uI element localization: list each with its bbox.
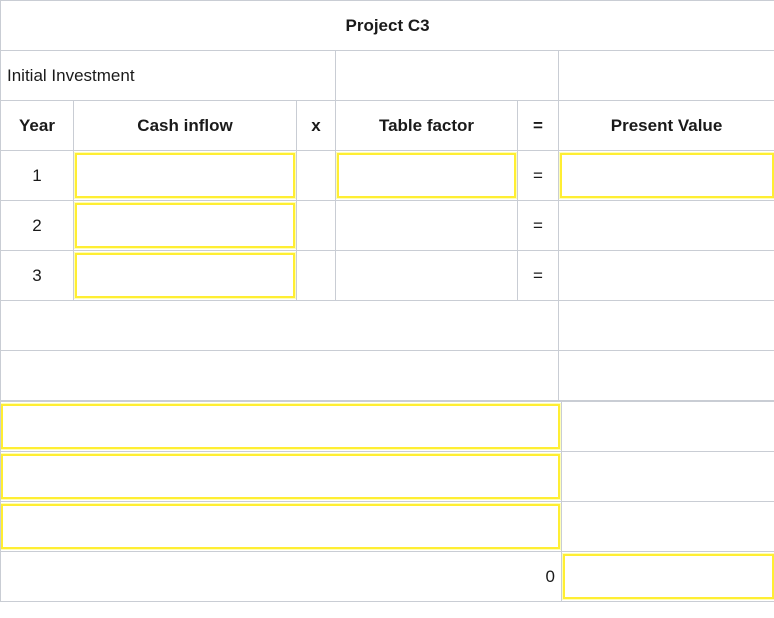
column-header-cash-inflow: Cash inflow [73, 100, 297, 151]
section-separator-left [0, 350, 559, 401]
initial-investment-value-cell-1[interactable] [335, 50, 559, 101]
list-item [0, 401, 774, 452]
list-item [0, 501, 774, 552]
column-header-times: x [296, 100, 336, 151]
summary-row-3-value-highlighted[interactable] [561, 501, 774, 552]
row-1-table-factor-input[interactable] [335, 150, 518, 201]
row-1-present-value-input[interactable] [557, 150, 774, 201]
summary-row-2-value[interactable] [561, 451, 774, 502]
summary-row-1-input[interactable] [0, 401, 562, 452]
spreadsheet-worksheet: Project C3 Initial Investment Year Cash … [0, 0, 774, 618]
initial-investment-row: Initial Investment [0, 50, 774, 101]
row-3-table-factor-cell[interactable] [335, 250, 518, 301]
summary-row-4-label: 0 [0, 551, 562, 602]
row-3-equals: = [517, 250, 559, 301]
initial-investment-label: Initial Investment [0, 50, 336, 101]
column-header-year: Year [0, 100, 74, 151]
summary-row-1-value[interactable] [561, 401, 774, 452]
section-separator-right [557, 350, 774, 401]
row-3-present-value-cell[interactable] [557, 250, 774, 301]
row-2-table-factor-cell[interactable] [335, 200, 518, 251]
row-1-year: 1 [0, 150, 74, 201]
column-header-equals: = [517, 100, 559, 151]
row-1-equals: = [517, 150, 559, 201]
row-2-times [296, 200, 336, 251]
subtotal-label [0, 300, 559, 351]
column-header-table-factor: Table factor [335, 100, 518, 151]
title-row: Project C3 [0, 0, 774, 51]
row-1-times [296, 150, 336, 201]
summary-row-4-input[interactable] [561, 551, 774, 602]
table-row: 2 = [0, 200, 774, 251]
row-3-year: 3 [0, 250, 74, 301]
npv-summary-table: 0 [0, 401, 774, 602]
project-npv-table: Project C3 Initial Investment Year Cash … [0, 0, 774, 401]
subtotal-row [0, 300, 774, 351]
row-2-equals: = [517, 200, 559, 251]
table-row: 3 = [0, 250, 774, 301]
summary-row-3-input[interactable] [0, 501, 562, 552]
section-separator-row [0, 350, 774, 401]
row-3-times [296, 250, 336, 301]
row-2-cash-inflow-input[interactable] [73, 200, 297, 251]
subtotal-present-value-cell[interactable] [557, 300, 774, 351]
list-item [0, 451, 774, 502]
table-row: 1 = [0, 150, 774, 201]
row-2-present-value-cell[interactable] [557, 200, 774, 251]
initial-investment-value-cell-2[interactable] [557, 50, 774, 101]
summary-row-2-input[interactable] [0, 451, 562, 502]
row-3-cash-inflow-input[interactable] [73, 250, 297, 301]
list-item: 0 [0, 551, 774, 602]
column-header-present-value: Present Value [557, 100, 774, 151]
page-title: Project C3 [0, 0, 774, 51]
column-header-row: Year Cash inflow x Table factor = Presen… [0, 100, 774, 151]
row-2-year: 2 [0, 200, 74, 251]
row-1-cash-inflow-input[interactable] [73, 150, 297, 201]
